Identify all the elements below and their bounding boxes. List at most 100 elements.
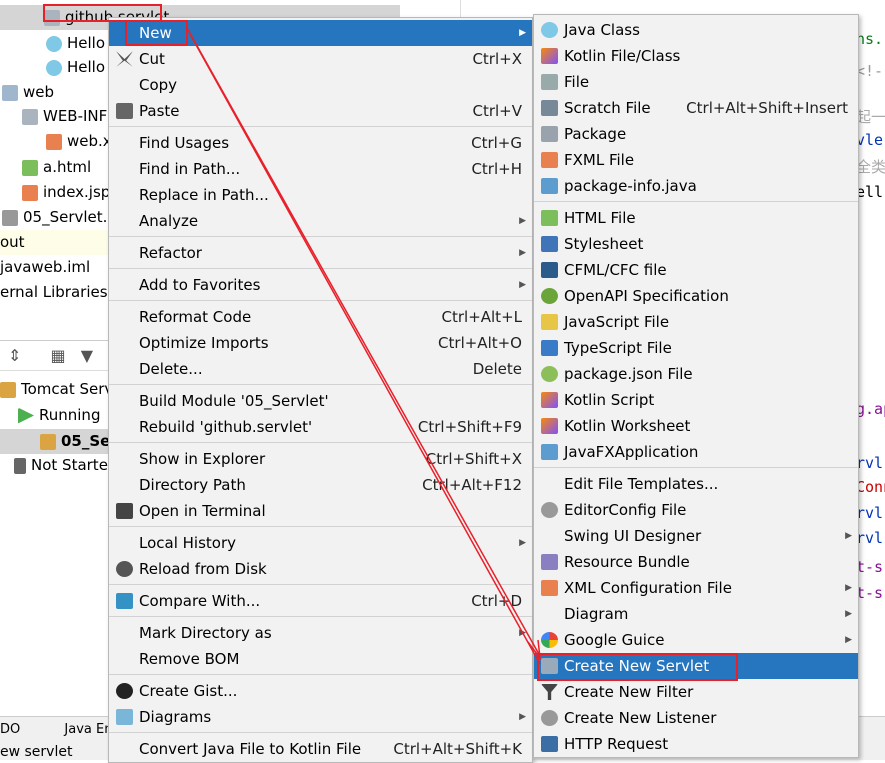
iml-file-icon bbox=[2, 209, 18, 226]
menu-item-cfml-cfc-file[interactable]: CFML/CFC file bbox=[534, 257, 858, 283]
menu-item-compare-with[interactable]: Compare With... Ctrl+D bbox=[109, 588, 532, 614]
menu-item-kotlin-file-class[interactable]: Kotlin File/Class bbox=[534, 43, 858, 69]
js-file-icon bbox=[541, 314, 558, 330]
menu-item-label: Compare With... bbox=[139, 592, 261, 610]
scratch-file-icon bbox=[541, 100, 558, 116]
menu-item-label: Stylesheet bbox=[564, 235, 644, 253]
ts-file-icon bbox=[541, 340, 558, 356]
menu-item-openapi-specification[interactable]: OpenAPI Specification bbox=[534, 283, 858, 309]
resource-bundle-icon bbox=[541, 554, 558, 570]
tree-item-label: ernal Libraries bbox=[0, 283, 108, 301]
tree-item-label: web bbox=[23, 83, 55, 101]
menu-item-stylesheet[interactable]: Stylesheet bbox=[534, 231, 858, 257]
menu-item-open-in-terminal[interactable]: Open in Terminal bbox=[109, 498, 532, 524]
menu-item-google-guice[interactable]: Google Guice ▶ bbox=[534, 627, 858, 653]
menu-item-package[interactable]: Package bbox=[534, 121, 858, 147]
tab-todo[interactable]: DO bbox=[0, 722, 20, 737]
menu-item-diagrams[interactable]: Diagrams ▶ bbox=[109, 704, 532, 730]
menu-item-javafxapplication[interactable]: JavaFXApplication bbox=[534, 439, 858, 465]
github-icon bbox=[116, 683, 133, 699]
java-file-icon bbox=[541, 178, 558, 194]
menu-item-create-new-servlet[interactable]: Create New Servlet bbox=[534, 653, 858, 679]
menu-item-package-json-file[interactable]: package.json File bbox=[534, 361, 858, 387]
menu-item-label: HTTP Request bbox=[564, 735, 669, 753]
menu-item-shortcut: Ctrl+H bbox=[471, 160, 522, 178]
collapse-all-icon[interactable]: ⇕ bbox=[8, 346, 21, 365]
menu-item-resource-bundle[interactable]: Resource Bundle bbox=[534, 549, 858, 575]
submenu-arrow-icon: ▶ bbox=[519, 538, 526, 548]
menu-item-label: FXML File bbox=[564, 151, 635, 169]
menu-item-label: Local History bbox=[139, 534, 237, 552]
menu-item-label: Reformat Code bbox=[139, 308, 252, 326]
group-icon[interactable]: ▦ bbox=[51, 346, 66, 365]
code-fragment: t-s bbox=[856, 558, 884, 576]
menu-item-mark-directory-as[interactable]: Mark Directory as ▶ bbox=[109, 620, 532, 646]
menu-item-fxml-file[interactable]: FXML File bbox=[534, 147, 858, 173]
menu-item-kotlin-script[interactable]: Kotlin Script bbox=[534, 387, 858, 413]
menu-item-new[interactable]: New ▶ bbox=[109, 20, 532, 46]
menu-item-replace-in-path[interactable]: Replace in Path... bbox=[109, 182, 532, 208]
menu-item-refactor[interactable]: Refactor ▶ bbox=[109, 240, 532, 266]
cfml-icon bbox=[541, 262, 558, 278]
menu-item-convert-java-file-to-kotlin-file[interactable]: Convert Java File to Kotlin File Ctrl+Alt… bbox=[109, 736, 532, 762]
menu-item-diagram[interactable]: Diagram ▶ bbox=[534, 601, 858, 627]
menu-item-build-module-05-servlet[interactable]: Build Module '05_Servlet' bbox=[109, 388, 532, 414]
menu-item-label: Analyze bbox=[139, 212, 199, 230]
menu-item-find-usages[interactable]: Find Usages Ctrl+G bbox=[109, 130, 532, 156]
menu-item-find-in-path[interactable]: Find in Path... Ctrl+H bbox=[109, 156, 532, 182]
menu-item-copy[interactable]: Copy bbox=[109, 72, 532, 98]
scissors-icon bbox=[116, 51, 133, 67]
menu-item-label: Directory Path bbox=[139, 476, 246, 494]
menu-item-remove-bom[interactable]: Remove BOM bbox=[109, 646, 532, 672]
run-item-label: Not Starte bbox=[31, 456, 108, 474]
play-icon bbox=[18, 407, 34, 424]
menu-item-xml-configuration-file[interactable]: XML Configuration File ▶ bbox=[534, 575, 858, 601]
menu-item-create-gist[interactable]: Create Gist... bbox=[109, 678, 532, 704]
tree-item-label: Hello bbox=[67, 58, 106, 76]
menu-item-create-new-filter[interactable]: Create New Filter bbox=[534, 679, 858, 705]
servlet-icon bbox=[541, 658, 558, 674]
menu-item-javascript-file[interactable]: JavaScript File bbox=[534, 309, 858, 335]
menu-item-http-request[interactable]: HTTP Request bbox=[534, 731, 858, 757]
menu-item-cut[interactable]: Cut Ctrl+X bbox=[109, 46, 532, 72]
menu-item-optimize-imports[interactable]: Optimize Imports Ctrl+Alt+O bbox=[109, 330, 532, 356]
menu-item-html-file[interactable]: HTML File bbox=[534, 205, 858, 231]
menu-item-shortcut: Ctrl+D bbox=[471, 592, 522, 610]
menu-item-reload-from-disk[interactable]: Reload from Disk bbox=[109, 556, 532, 582]
menu-item-swing-ui-designer[interactable]: Swing UI Designer ▶ bbox=[534, 523, 858, 549]
menu-item-show-in-explorer[interactable]: Show in Explorer Ctrl+Shift+X bbox=[109, 446, 532, 472]
menu-item-add-to-favorites[interactable]: Add to Favorites ▶ bbox=[109, 272, 532, 298]
tab-java-enterprise[interactable]: Java En bbox=[64, 722, 112, 737]
fxml-file-icon bbox=[541, 152, 558, 168]
menu-item-label: Create New Listener bbox=[564, 709, 717, 727]
menu-item-java-class[interactable]: Java Class bbox=[534, 17, 858, 43]
menu-item-package-info-java[interactable]: package-info.java bbox=[534, 173, 858, 199]
menu-item-label: Google Guice bbox=[564, 631, 665, 649]
diagram-icon bbox=[116, 709, 133, 725]
menu-item-local-history[interactable]: Local History ▶ bbox=[109, 530, 532, 556]
html-file-icon bbox=[22, 159, 38, 176]
filter-icon[interactable]: ▼ bbox=[81, 346, 93, 365]
menu-item-kotlin-worksheet[interactable]: Kotlin Worksheet bbox=[534, 413, 858, 439]
tree-item-label: a.html bbox=[43, 158, 92, 176]
menu-item-editorconfig-file[interactable]: EditorConfig File bbox=[534, 497, 858, 523]
menu-item-edit-file-templates[interactable]: Edit File Templates... bbox=[534, 471, 858, 497]
package-icon bbox=[541, 126, 558, 142]
menu-item-file[interactable]: File bbox=[534, 69, 858, 95]
menu-item-analyze[interactable]: Analyze ▶ bbox=[109, 208, 532, 234]
menu-item-typescript-file[interactable]: TypeScript File bbox=[534, 335, 858, 361]
menu-item-create-new-listener[interactable]: Create New Listener bbox=[534, 705, 858, 731]
jsp-file-icon bbox=[22, 184, 38, 201]
menu-item-reformat-code[interactable]: Reformat Code Ctrl+Alt+L bbox=[109, 304, 532, 330]
menu-item-scratch-file[interactable]: Scratch File Ctrl+Alt+Shift+Insert bbox=[534, 95, 858, 121]
menu-item-rebuild-github-servlet[interactable]: Rebuild 'github.servlet' Ctrl+Shift+F9 bbox=[109, 414, 532, 440]
menu-item-delete[interactable]: Delete... Delete bbox=[109, 356, 532, 382]
menu-item-label: Find Usages bbox=[139, 134, 230, 152]
menu-item-label: Swing UI Designer bbox=[564, 527, 702, 545]
api-icon bbox=[541, 736, 558, 752]
menu-item-label: XML Configuration File bbox=[564, 579, 732, 597]
menu-item-paste[interactable]: Paste Ctrl+V bbox=[109, 98, 532, 124]
openapi-icon bbox=[541, 288, 558, 304]
menu-item-directory-path[interactable]: Directory Path Ctrl+Alt+F12 bbox=[109, 472, 532, 498]
reload-icon bbox=[116, 561, 133, 577]
